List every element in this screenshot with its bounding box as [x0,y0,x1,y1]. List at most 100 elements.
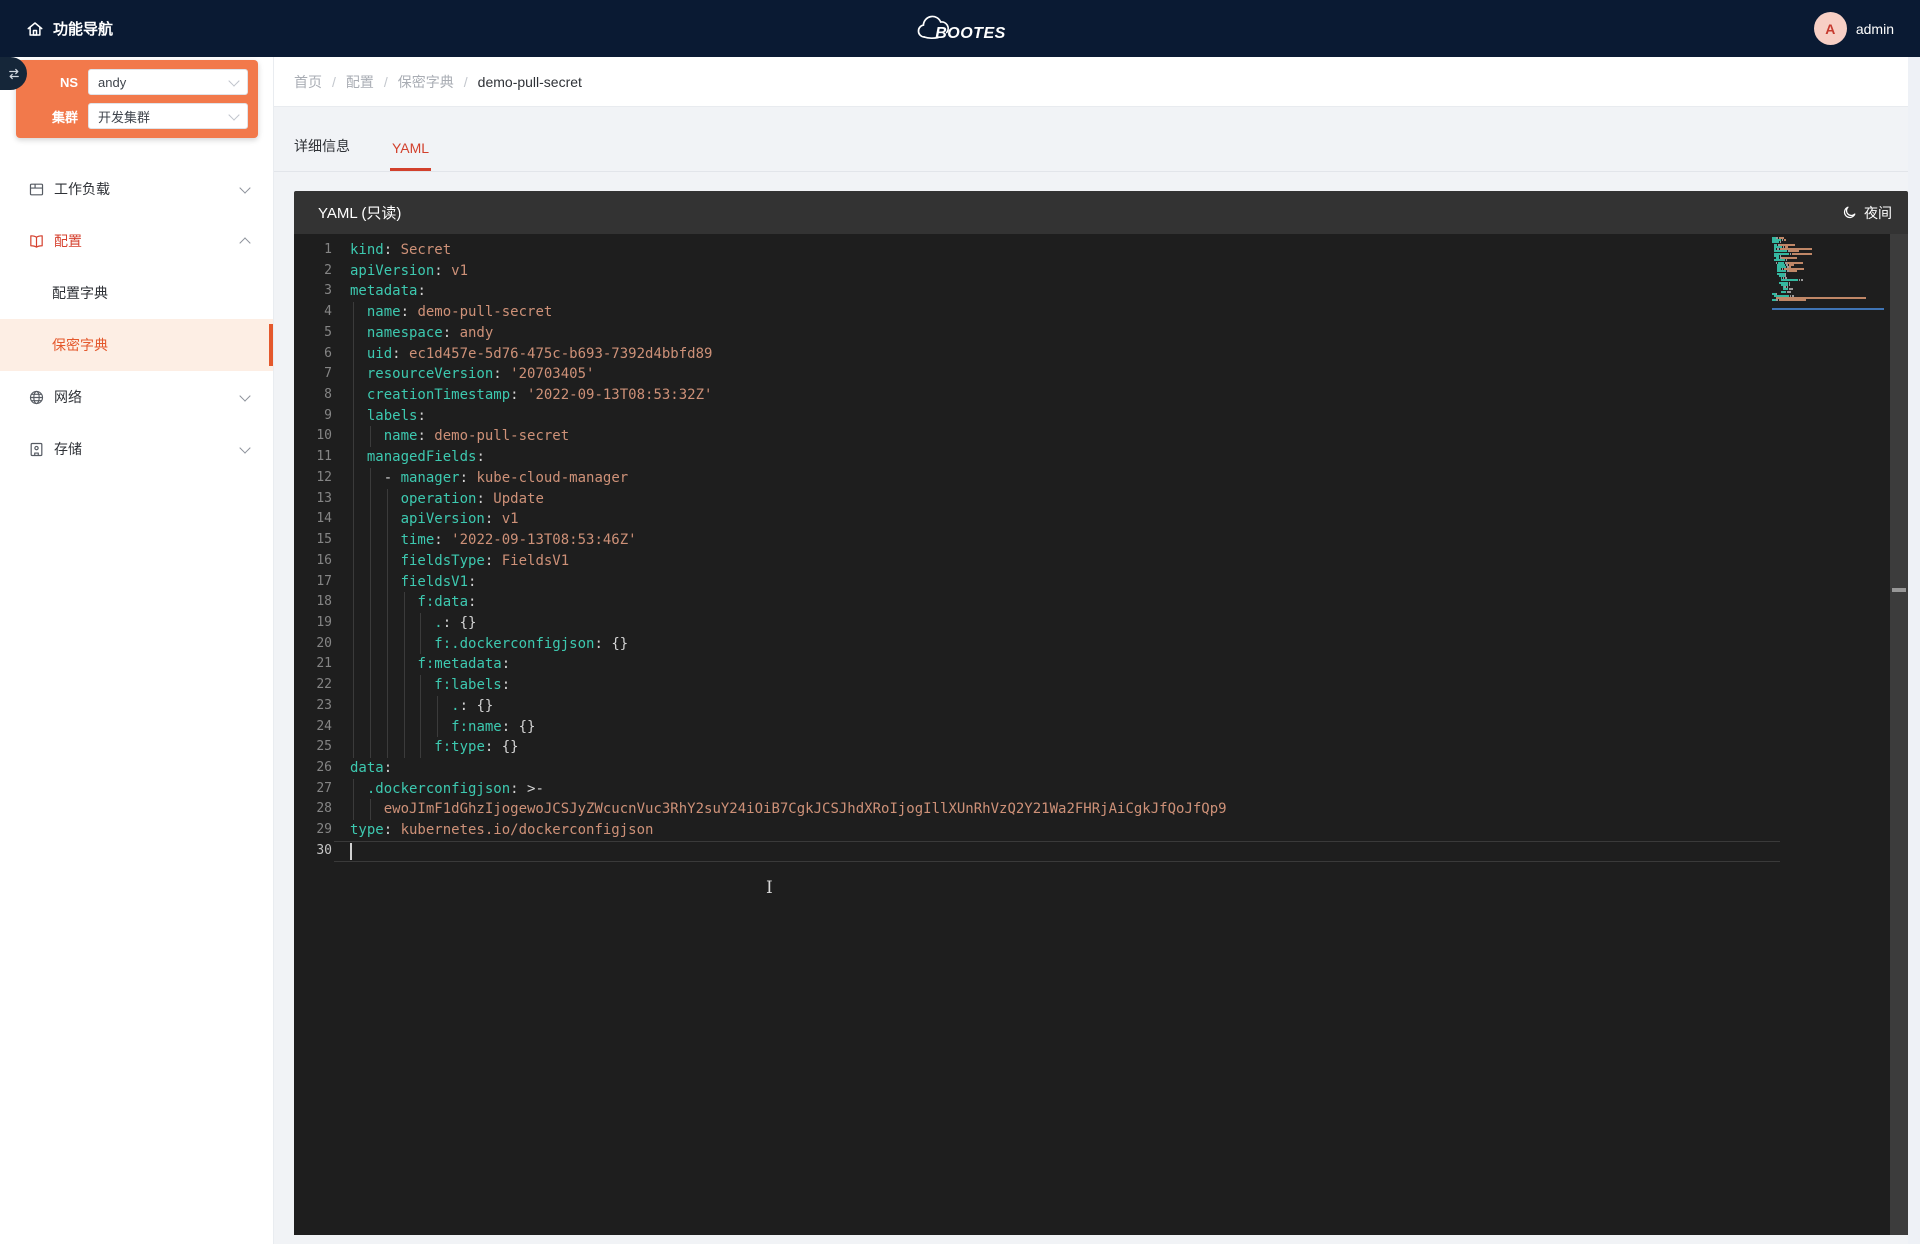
code-line[interactable]: 6 uid: ec1d457e-5d76-475c-b693-7392d4bbf… [294,344,1908,365]
line-content: time: '2022-09-13T08:53:46Z' [350,530,637,551]
night-mode-toggle[interactable]: 夜间 [1842,203,1892,223]
yaml-code-area[interactable]: 1kind: Secret2apiVersion: v13metadata:4 … [294,234,1908,1235]
network-icon [28,389,45,406]
config-icon [28,233,45,250]
code-line[interactable]: 3metadata: [294,281,1908,302]
breadcrumb-link[interactable]: 保密字典 [398,72,454,92]
brand-logo-text: BOOTES [935,25,1006,43]
sidebar-subitem-secret[interactable]: 保密字典 [0,319,273,371]
code-line[interactable]: 29type: kubernetes.io/dockerconfigjson [294,820,1908,841]
sidebar-subitem-configmap[interactable]: 配置字典 [0,267,273,319]
chevron-down-icon [239,442,250,453]
line-number: 7 [294,364,332,385]
minimap-line [1791,288,1793,290]
cluster-filter-row: 集群 开发集群 [22,103,248,129]
minimap-line [1789,284,1790,286]
code-line[interactable]: 9 labels: [294,406,1908,427]
code-line[interactable]: 14 apiVersion: v1 [294,509,1908,530]
line-content: f:name: {} [350,717,535,738]
text-caret [350,843,352,860]
line-content: apiVersion: v1 [350,261,468,282]
code-line[interactable]: 13 operation: Update [294,489,1908,510]
namespace-select[interactable]: andy [88,69,248,95]
line-content: operation: Update [350,489,544,510]
avatar: A [1814,12,1847,45]
code-line[interactable]: 20 f:.dockerconfigjson: {} [294,634,1908,655]
yaml-editor-panel: YAML (只读) 夜间 1kind: Secret2 apiVersion: v… [294,191,1908,1235]
sidebar-item-config[interactable]: 配置 [0,215,273,267]
sidebar-item-label: 存储 [54,439,241,459]
line-number: 13 [294,489,332,510]
code-line[interactable]: 25 f:type: {} [294,737,1908,758]
code-line[interactable]: 24 f:name: {} [294,717,1908,738]
minimap-line [1789,291,1791,293]
code-line[interactable]: 30 [294,841,1908,862]
code-line[interactable]: 8 creationTimestamp: '2022-09-13T08:53:3… [294,385,1908,406]
current-line-highlight [334,841,1780,862]
code-line[interactable]: 27 .dockerconfigjson: >- [294,779,1908,800]
line-content: ewoJImF1dGhzIjogewoJCSJyZWcucnVuc3RhY2su… [350,799,1227,820]
line-number: 2 [294,261,332,282]
cluster-label: 集群 [22,107,88,126]
code-line[interactable]: 7 resourceVersion: '20703405' [294,364,1908,385]
app-window: 功能导航 BOOTES A admin 工作负载配置配置字典保密字典网络存储 N… [0,0,1920,1244]
sidebar-subitem-label: 配置字典 [52,283,108,303]
breadcrumb-separator: / [332,74,336,90]
brand-logo: BOOTES [914,15,1006,43]
chevron-down-icon [228,109,239,120]
sidebar-item-network[interactable]: 网络 [0,371,273,423]
line-number: 30 [294,841,332,862]
code-line[interactable]: 10 name: demo-pull-secret [294,426,1908,447]
code-line[interactable]: 15 time: '2022-09-13T08:53:46Z' [294,530,1908,551]
editor-scrollbar[interactable] [1890,234,1908,1235]
mouse-ibeam-cursor: I [766,878,773,898]
chevron-down-icon [239,390,250,401]
swap-arrows-icon [7,67,21,81]
code-line[interactable]: 28 ewoJImF1dGhzIjogewoJCSJyZWcucnVuc3RhY… [294,799,1908,820]
sidebar-menu: 工作负载配置配置字典保密字典网络存储 [0,163,273,475]
line-content: f:labels: [350,675,510,696]
breadcrumb-link[interactable]: 配置 [346,72,374,92]
line-content: resourceVersion: '20703405' [350,364,594,385]
chevron-up-icon [239,237,250,248]
line-content: name: demo-pull-secret [350,426,569,447]
line-content: namespace: andy [350,323,493,344]
code-line[interactable]: 16 fieldsType: FieldsV1 [294,551,1908,572]
line-number: 24 [294,717,332,738]
cluster-select[interactable]: 开发集群 [88,103,248,129]
tab-details[interactable]: 详细信息 [294,136,350,171]
sidebar-item-workload[interactable]: 工作负载 [0,163,273,215]
tab-yaml[interactable]: YAML [392,140,429,171]
code-line[interactable]: 21 f:metadata: [294,654,1908,675]
code-line[interactable]: 11 managedFields: [294,447,1908,468]
code-line[interactable]: 19 .: {} [294,613,1908,634]
yaml-editor-header: YAML (只读) 夜间 [294,191,1908,234]
code-line[interactable]: 1kind: Secret [294,240,1908,261]
user-menu[interactable]: A admin [1814,12,1894,45]
code-line[interactable]: 18 f:data: [294,592,1908,613]
code-line[interactable]: 17 fieldsV1: [294,572,1908,593]
breadcrumb-link[interactable]: 首页 [294,72,322,92]
code-line[interactable]: 26data: [294,758,1908,779]
function-nav-button[interactable]: 功能导航 [26,18,113,39]
line-content: f:data: [350,592,476,613]
sidebar: 工作负载配置配置字典保密字典网络存储 [0,57,274,1244]
breadcrumb-current: demo-pull-secret [478,74,582,90]
page-scrollbar-track[interactable] [1908,57,1920,1244]
code-line[interactable]: 22 f:labels: [294,675,1908,696]
line-number: 20 [294,634,332,655]
line-content: labels: [350,406,426,427]
code-line[interactable]: 2 apiVersion: v1 [294,261,1908,282]
line-number: 8 [294,385,332,406]
line-content: apiVersion: v1 [350,509,519,530]
code-line[interactable]: 12 - manager: kube-cloud-manager [294,468,1908,489]
line-content: f:type: {} [350,737,519,758]
code-line[interactable]: 4 name: demo-pull-secret [294,302,1908,323]
username-label: admin [1856,21,1894,37]
minimap[interactable] [1772,237,1884,317]
sidebar-item-storage[interactable]: 存储 [0,423,273,475]
code-line[interactable]: 23 .: {} [294,696,1908,717]
line-content: name: demo-pull-secret [350,302,552,323]
line-number: 4 [294,302,332,323]
code-line[interactable]: 5 namespace: andy [294,323,1908,344]
